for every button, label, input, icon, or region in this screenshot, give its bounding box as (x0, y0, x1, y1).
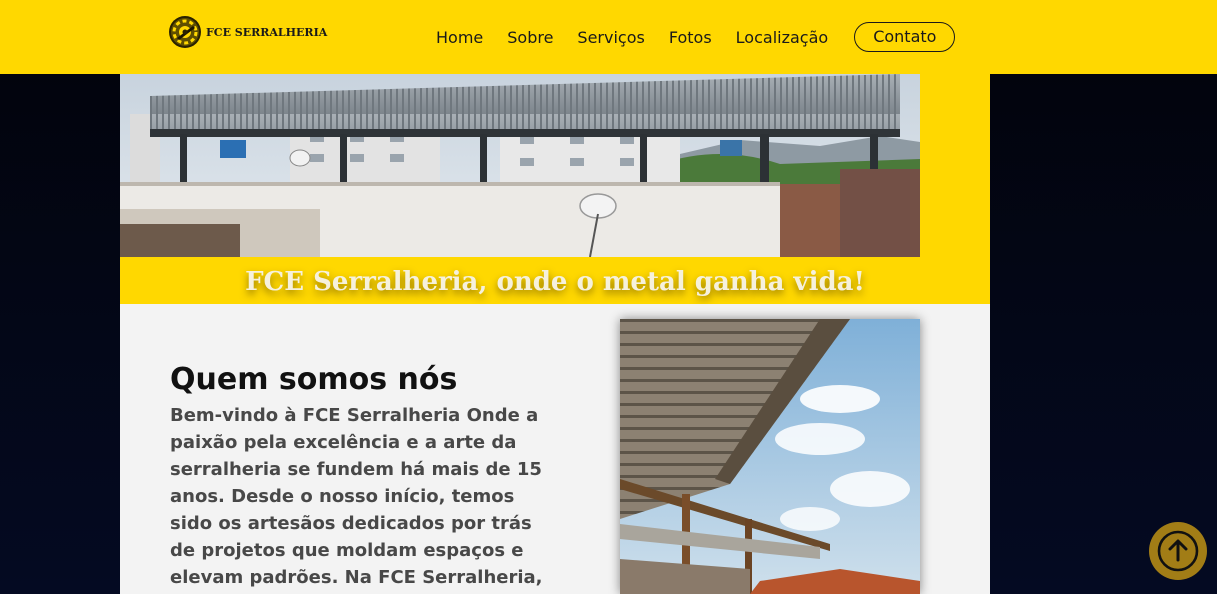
back-to-top-button[interactable] (1149, 522, 1207, 580)
main-nav: Home Sobre Serviços Fotos Localização Co… (424, 22, 967, 52)
arrow-up-circle-icon (1157, 530, 1199, 572)
gear-logo-icon (169, 16, 201, 48)
contact-button[interactable]: Contato (854, 22, 956, 52)
hero-section: FCE Serralheria, onde o metal ganha vida… (120, 74, 990, 304)
about-section: Quem somos nós Bem-vindo à FCE Serralher… (120, 304, 990, 594)
hero-slogan: FCE Serralheria, onde o metal ganha vida… (245, 267, 865, 297)
page: FCE SERRALHERIA Home Sobre Serviços Foto… (0, 0, 1217, 594)
nav-home[interactable]: Home (436, 28, 483, 47)
about-image (620, 319, 920, 594)
site-logo[interactable]: FCE SERRALHERIA (168, 14, 327, 50)
site-header: FCE SERRALHERIA Home Sobre Serviços Foto… (0, 0, 1217, 74)
about-title: Quem somos nós (170, 362, 458, 397)
logo-text: FCE SERRALHERIA (206, 25, 328, 39)
nav-sobre[interactable]: Sobre (507, 28, 553, 47)
nav-fotos[interactable]: Fotos (669, 28, 712, 47)
nav-servicos[interactable]: Serviços (577, 28, 644, 47)
nav-localizacao[interactable]: Localização (736, 28, 829, 47)
about-text: Bem-vindo à FCE Serralheria Onde a paixã… (170, 405, 543, 588)
hero-image (120, 74, 920, 257)
